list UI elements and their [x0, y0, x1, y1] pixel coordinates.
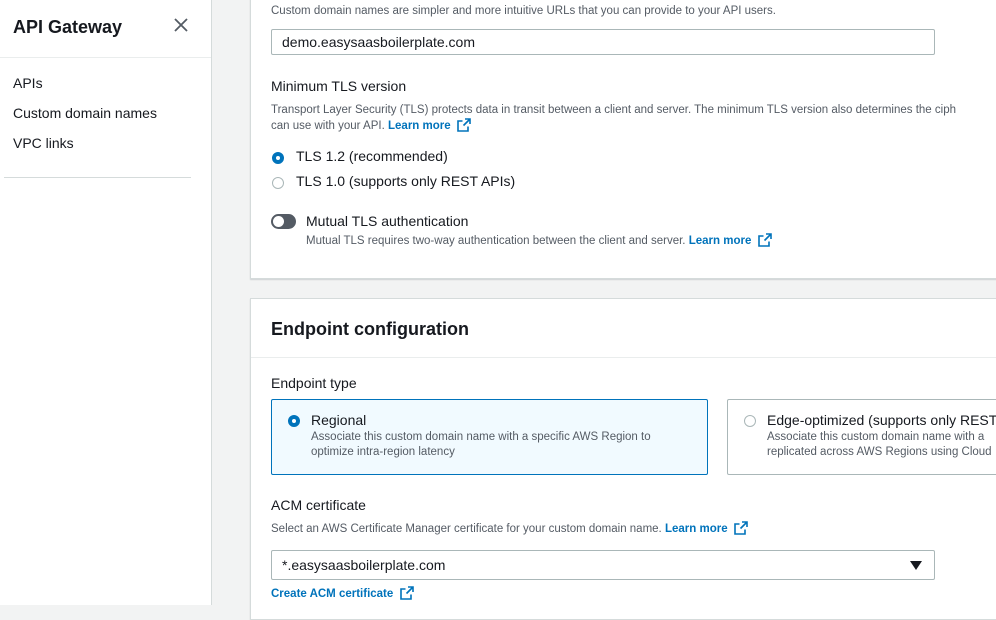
close-icon[interactable]: [171, 15, 191, 35]
endpoint-configuration-card: Endpoint configuration Endpoint type Reg…: [250, 298, 996, 620]
external-link-icon: [733, 521, 748, 535]
tls-1-0-label[interactable]: TLS 1.0 (supports only REST APIs): [296, 173, 515, 189]
sidebar-divider: [4, 177, 191, 178]
create-acm-certificate-row: Create ACM certificate: [271, 586, 414, 602]
endpoint-configuration-title: Endpoint configuration: [271, 319, 469, 339]
endpoint-tile-regional[interactable]: Regional Associate this custom domain na…: [271, 399, 708, 475]
domain-name-description: Custom domain names are simpler and more…: [271, 5, 776, 17]
acm-certificate-selected-value: *.easysaasboilerplate.com: [282, 557, 446, 573]
sidebar: API Gateway APIs Custom domain names VPC…: [0, 0, 212, 605]
sidebar-header-divider: [0, 57, 211, 58]
mutual-tls-description: Mutual TLS requires two-way authenticati…: [306, 233, 772, 249]
sidebar-item-apis[interactable]: APIs: [13, 75, 43, 91]
create-acm-certificate-link[interactable]: Create ACM certificate: [271, 588, 393, 600]
tls-label: Minimum TLS version: [271, 78, 407, 94]
acm-certificate-label: ACM certificate: [271, 497, 366, 513]
card-header: Endpoint configuration: [251, 299, 996, 358]
sidebar-title: API Gateway: [13, 17, 123, 37]
external-link-icon: [399, 586, 414, 600]
tls-learn-more-link[interactable]: Learn more: [388, 120, 451, 132]
domain-name-input[interactable]: [271, 29, 935, 55]
tls-1-2-radio[interactable]: [272, 152, 284, 164]
external-link-icon: [457, 118, 471, 132]
mutual-tls-label: Mutual TLS authentication: [306, 213, 469, 229]
sidebar-item-custom-domain-names[interactable]: Custom domain names: [13, 105, 157, 121]
tls-description-line1: Transport Layer Security (TLS) protects …: [271, 104, 956, 116]
external-link-icon: [757, 233, 772, 247]
endpoint-tile-edge-optimized[interactable]: Edge-optimized (supports only REST Assoc…: [727, 399, 996, 475]
edge-optimized-radio[interactable]: [744, 415, 756, 427]
toggle-knob: [273, 216, 284, 227]
tls-1-0-radio[interactable]: [272, 177, 284, 189]
tls-description-line2: can use with your API. Learn more: [271, 118, 471, 134]
domain-details-card: Custom domain names are simpler and more…: [250, 0, 996, 279]
edge-optimized-description: Associate this custom domain name with a…: [767, 431, 992, 458]
acm-certificate-select[interactable]: *.easysaasboilerplate.com: [271, 550, 935, 580]
edge-optimized-title: Edge-optimized (supports only REST: [767, 412, 996, 428]
endpoint-type-label: Endpoint type: [271, 375, 357, 391]
mutual-tls-learn-more-link[interactable]: Learn more: [689, 235, 752, 247]
mutual-tls-toggle[interactable]: [271, 214, 296, 229]
regional-description: Associate this custom domain name with a…: [311, 431, 651, 458]
regional-radio[interactable]: [288, 415, 300, 427]
sidebar-item-vpc-links[interactable]: VPC links: [13, 135, 74, 151]
caret-down-icon: [910, 561, 922, 570]
acm-learn-more-link[interactable]: Learn more: [665, 523, 728, 535]
regional-title: Regional: [311, 412, 367, 428]
tls-1-2-label[interactable]: TLS 1.2 (recommended): [296, 148, 448, 164]
acm-certificate-description: Select an AWS Certificate Manager certif…: [271, 521, 748, 537]
